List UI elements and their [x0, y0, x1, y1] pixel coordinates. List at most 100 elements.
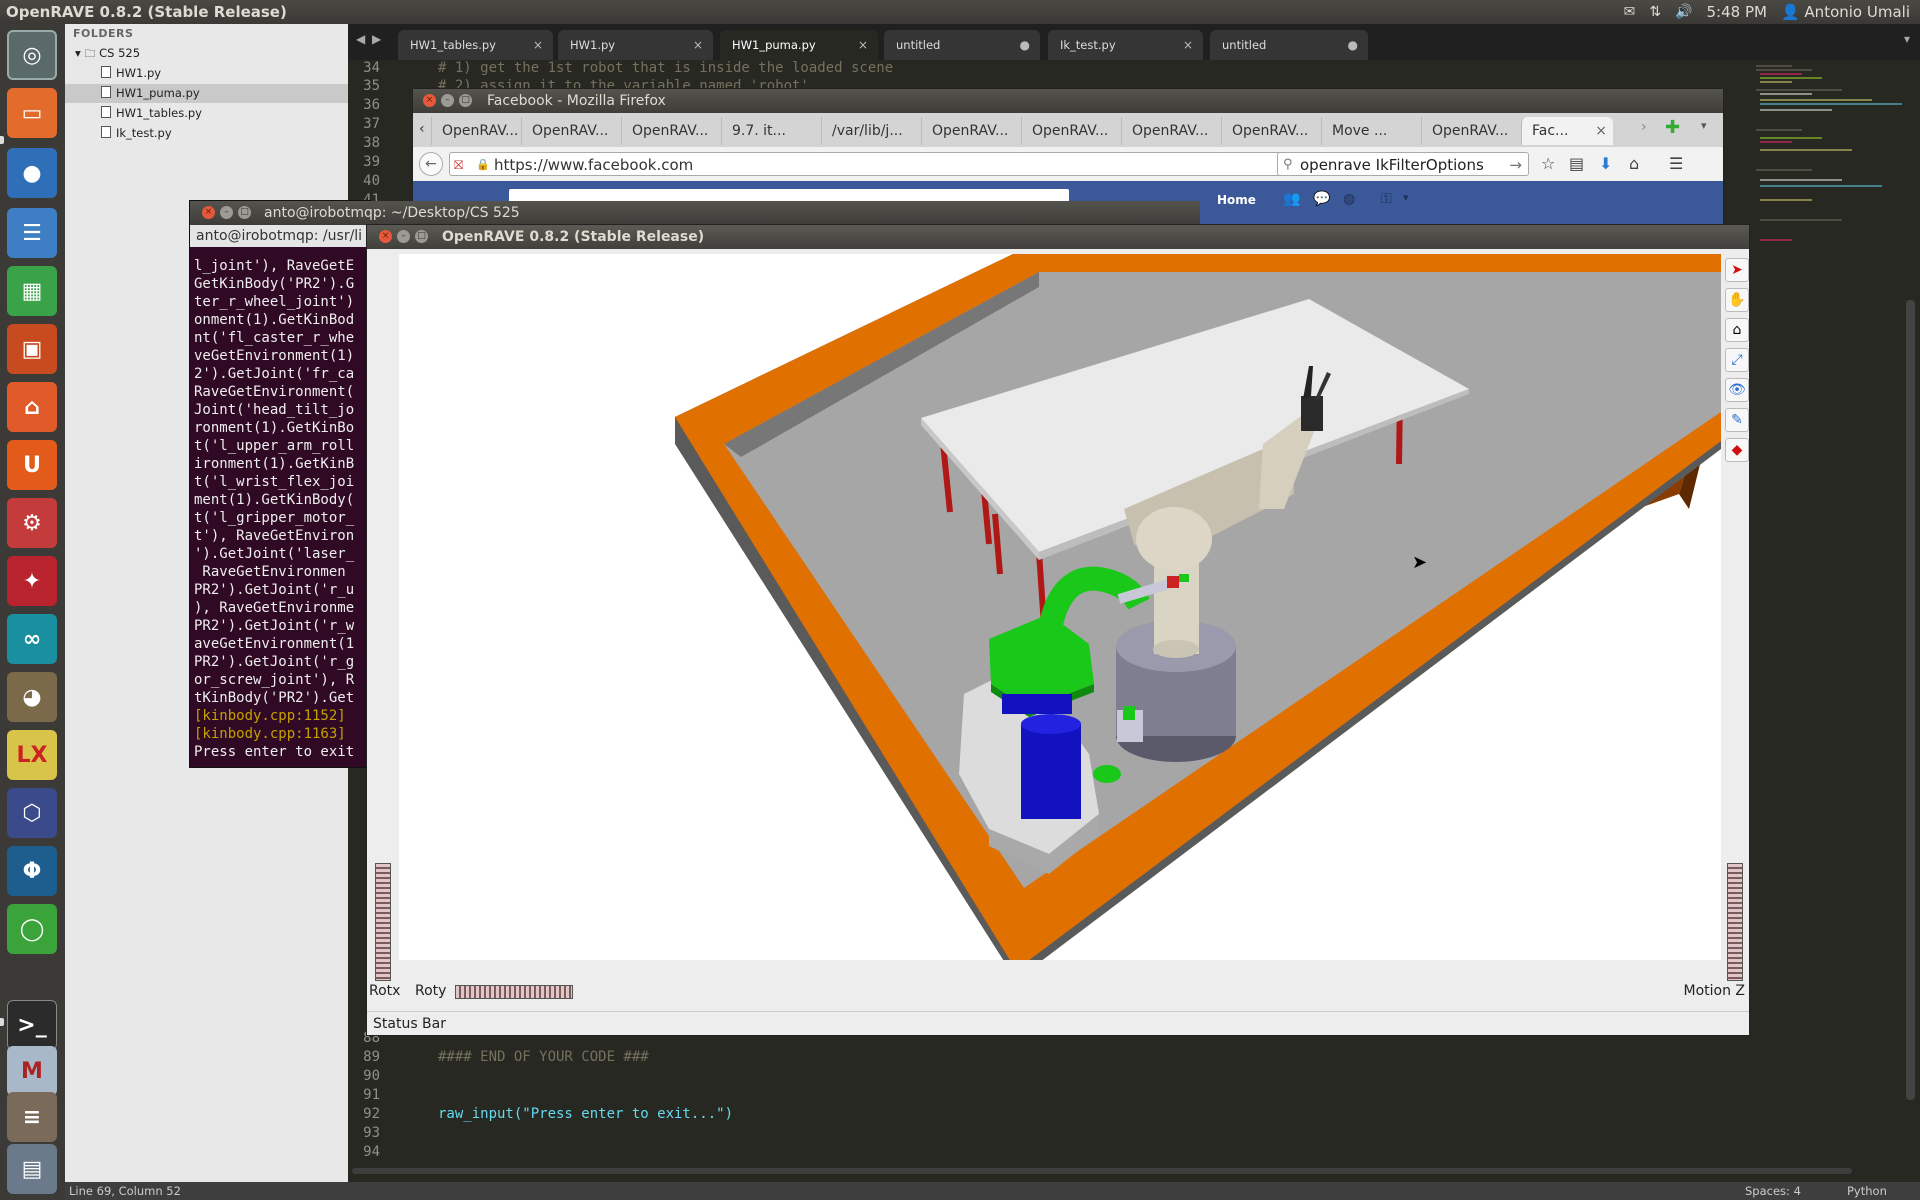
messages-icon[interactable]: 💬	[1313, 191, 1330, 207]
file-hw1-puma[interactable]: HW1_puma.py	[65, 84, 348, 103]
minimap[interactable]	[1752, 60, 1907, 1182]
bookmarks-menu-icon[interactable]: ▤	[1569, 154, 1584, 173]
collision-icon[interactable]: ◆	[1725, 438, 1749, 462]
tab-untitled-2[interactable]: untitled ●	[1210, 30, 1368, 60]
browser-tab[interactable]: Move ...	[1321, 117, 1421, 145]
horizontal-scrollbar[interactable]	[352, 1168, 1852, 1174]
right-thumbwheel[interactable]	[1727, 863, 1743, 981]
file-ik-test[interactable]: Ik_test.py	[101, 124, 172, 143]
close-tab-icon[interactable]: ×	[1595, 117, 1607, 145]
close-icon[interactable]: ×	[423, 94, 436, 107]
browser-tab[interactable]: OpenRAV...	[1021, 117, 1121, 145]
tab-close-icon[interactable]: ×	[1183, 30, 1193, 60]
url-bar[interactable]: ⛝ 🔒 https://www.facebook.com ▾ ↻	[449, 152, 1309, 176]
tabs-scroll-right-icon[interactable]: ›	[1641, 119, 1647, 135]
mail-icon[interactable]: ✉	[1624, 4, 1636, 20]
account-menu-icon[interactable]: ▾	[1403, 191, 1409, 204]
tab-hw1[interactable]: HW1.py ×	[558, 30, 713, 60]
browser-tab[interactable]: OpenRAV...	[1121, 117, 1221, 145]
code-line[interactable]: #### END OF YOUR CODE ###	[438, 1049, 649, 1065]
friend-requests-icon[interactable]: 👥	[1283, 191, 1300, 207]
bookmark-star-icon[interactable]: ☆	[1541, 154, 1555, 173]
browser-tab[interactable]: OpenRAV...	[1421, 117, 1521, 145]
browser-tab[interactable]: OpenRAV...	[431, 117, 521, 145]
openrave-titlebar[interactable]: × – □ OpenRAVE 0.8.2 (Stable Release)	[367, 225, 1749, 249]
search-bar[interactable]: ⚲ openrave IkFilterOptions →	[1277, 152, 1529, 176]
firefox-titlebar[interactable]: × – □ Facebook - Mozilla Firefox	[413, 89, 1723, 113]
tab-dirty-icon[interactable]: ●	[1348, 30, 1358, 60]
ubuntu-one-icon[interactable]: U	[7, 440, 57, 490]
dash-home-icon[interactable]: ◎	[7, 30, 57, 80]
vertical-scrollbar[interactable]	[1906, 300, 1915, 1100]
calc-icon[interactable]: ▦	[7, 266, 57, 316]
measure-tool-icon[interactable]: ✎	[1725, 408, 1749, 432]
browser-tab[interactable]: /var/lib/j...	[821, 117, 921, 145]
left-thumbwheel[interactable]	[375, 863, 391, 981]
close-icon[interactable]: ×	[379, 230, 392, 243]
code-line[interactable]: raw_input("Press enter to exit...")	[438, 1106, 733, 1122]
terminal-tab[interactable]: anto@irobotmqp: /usr/li	[190, 225, 370, 247]
browser-tab[interactable]: OpenRAV...	[621, 117, 721, 145]
graph-tool-icon[interactable]: ⬡	[7, 788, 57, 838]
tab-dirty-icon[interactable]: ●	[1020, 30, 1030, 60]
network-tool-icon[interactable]: ✦	[7, 556, 57, 606]
gimp-icon[interactable]: ◕	[7, 672, 57, 722]
sync-app-icon[interactable]: ◯	[7, 904, 57, 954]
tab-close-icon[interactable]: ×	[858, 30, 868, 60]
minimize-icon[interactable]: –	[441, 94, 454, 107]
file-hw1[interactable]: HW1.py	[101, 64, 341, 83]
browser-tab[interactable]: OpenRAV...	[921, 117, 1021, 145]
home-icon[interactable]: ⌂	[1629, 154, 1639, 173]
maximize-icon[interactable]: □	[415, 230, 428, 243]
notifications-icon[interactable]: ◍	[1343, 191, 1355, 207]
browser-tab[interactable]: OpenRAV...	[521, 117, 621, 145]
impress-icon[interactable]: ▣	[7, 324, 57, 374]
pan-tool-icon[interactable]: ✋	[1725, 288, 1749, 312]
maximize-icon[interactable]: □	[459, 94, 472, 107]
roty-thumbwheel[interactable]	[455, 985, 573, 999]
syntax-setting[interactable]: Python	[1847, 1182, 1887, 1200]
indentation-setting[interactable]: Spaces: 4	[1745, 1182, 1801, 1200]
minimize-icon[interactable]: –	[397, 230, 410, 243]
3d-viewport[interactable]: ➤	[399, 254, 1721, 960]
clock[interactable]: 5:48 PM	[1707, 3, 1767, 21]
privacy-shortcuts-icon[interactable]: ⚿	[1381, 191, 1392, 207]
trash-icon[interactable]: ▤	[7, 1144, 57, 1194]
minimize-icon[interactable]: –	[220, 206, 233, 219]
new-tab-icon[interactable]: ✚	[1665, 117, 1680, 138]
tab-right-arrow-icon[interactable]: ▶	[372, 32, 381, 46]
qt-designer-icon[interactable]: Φ	[7, 846, 57, 896]
close-icon[interactable]: ×	[202, 206, 215, 219]
select-tool-icon[interactable]: ➤	[1725, 258, 1749, 282]
terminal-icon[interactable]: >_	[7, 1000, 57, 1050]
terminal-output[interactable]: l_joint'), RaveGetE GetKinBody('PR2').G te…	[194, 257, 370, 767]
camera-eye-icon[interactable]: 👁	[1725, 378, 1749, 402]
tab-left-arrow-icon[interactable]: ◀	[356, 32, 365, 46]
mendeley-icon[interactable]: M	[7, 1046, 57, 1096]
tab-close-icon[interactable]: ×	[693, 30, 703, 60]
browser-tab[interactable]: 9.7. it...	[721, 117, 821, 145]
site-identity-icon[interactable]: ⛝	[454, 153, 463, 177]
software-center-icon[interactable]: ⌂	[7, 382, 57, 432]
home-view-icon[interactable]: ⌂	[1725, 318, 1749, 342]
firefox-icon[interactable]: ●	[7, 148, 57, 198]
tab-untitled-1[interactable]: untitled ●	[884, 30, 1040, 60]
tabs-scroll-left-icon[interactable]: ‹	[419, 121, 425, 137]
browser-tab-facebook[interactable]: Fac... ×	[1521, 117, 1613, 145]
system-settings-icon[interactable]: ⚙	[7, 498, 57, 548]
user-menu[interactable]: 👤 Antonio Umali	[1781, 3, 1910, 21]
facebook-home-link[interactable]: Home	[1217, 193, 1256, 207]
list-tabs-icon[interactable]: ▾	[1701, 119, 1707, 132]
file-hw1-tables[interactable]: HW1_tables.py	[101, 104, 202, 123]
tab-ik-test[interactable]: Ik_test.py ×	[1048, 30, 1203, 60]
folder-cs525[interactable]: ▾ 🗀 CS 525	[75, 44, 140, 63]
tab-close-icon[interactable]: ×	[533, 30, 543, 60]
view-all-icon[interactable]: ⤢	[1725, 348, 1749, 372]
files-icon[interactable]: ▭	[7, 88, 57, 138]
tab-hw1-tables[interactable]: HW1_tables.py ×	[398, 30, 553, 60]
search-go-icon[interactable]: →	[1509, 153, 1522, 177]
downloads-icon[interactable]: ⬇	[1599, 154, 1612, 173]
stacked-apps-icon[interactable]: ≡	[7, 1092, 57, 1142]
lyx-icon[interactable]: LX	[7, 730, 57, 780]
tab-hw1-puma[interactable]: HW1_puma.py ×	[720, 30, 878, 60]
